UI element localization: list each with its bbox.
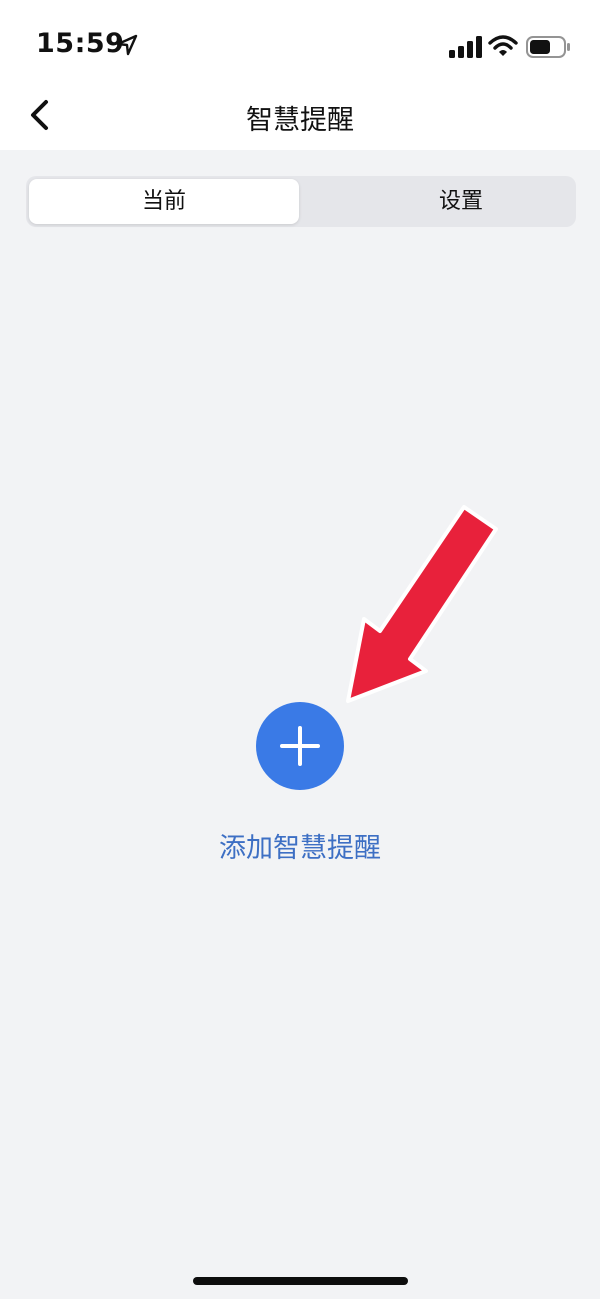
add-reminder-label[interactable]: 添加智慧提醒: [0, 826, 600, 865]
home-indicator: [193, 1277, 408, 1285]
status-bar: 15:59: [0, 0, 600, 80]
tab-settings[interactable]: 设置: [326, 179, 596, 224]
page-title: 智慧提醒: [246, 105, 354, 136]
segmented-control: 当前 设置: [26, 176, 576, 227]
tab-current[interactable]: 当前: [29, 179, 299, 224]
wifi-icon: [488, 35, 518, 56]
location-arrow-icon: [116, 34, 138, 56]
battery-icon: [526, 36, 570, 58]
plus-icon: [280, 726, 320, 766]
status-time: 15:59: [36, 28, 125, 59]
red-arrow-annotation: [346, 505, 498, 703]
navigation-bar: 智慧提醒: [0, 80, 600, 150]
cellular-signal-icon: [449, 36, 482, 58]
add-reminder-button[interactable]: [256, 702, 344, 790]
